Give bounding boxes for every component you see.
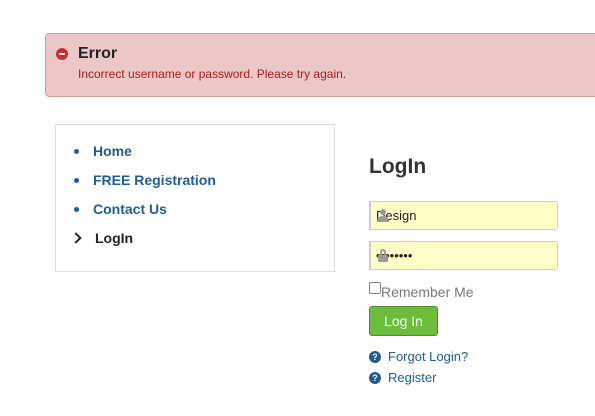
register-link[interactable]: ? Register: [369, 370, 436, 385]
error-alert: Error Incorrect username or password. Pl…: [45, 33, 595, 97]
minus-circle-icon: [56, 48, 68, 60]
menu-link-home[interactable]: Home: [93, 143, 132, 159]
question-circle-icon: ?: [369, 371, 381, 384]
password-input[interactable]: [370, 241, 558, 270]
bullet-icon: [74, 177, 79, 183]
menu-link-registration[interactable]: FREE Registration: [93, 172, 216, 188]
remember-me: Remember Me: [369, 281, 474, 300]
lock-icon: [378, 249, 388, 263]
question-circle-icon: ?: [369, 350, 381, 363]
page-title: LogIn: [369, 155, 427, 178]
remember-checkbox[interactable]: [369, 282, 381, 294]
bullet-icon: [74, 206, 79, 212]
alert-message: Incorrect username or password. Please t…: [78, 67, 347, 81]
remember-label: Remember Me: [381, 284, 474, 300]
bullet-icon: [74, 148, 79, 154]
user-icon: [377, 209, 389, 223]
menu-item-registration[interactable]: FREE Registration: [72, 170, 216, 190]
forgot-login-link[interactable]: ? Forgot Login?: [369, 349, 468, 364]
register-text[interactable]: Register: [388, 370, 436, 385]
menu-item-home[interactable]: Home: [72, 141, 132, 161]
password-group: [369, 241, 558, 270]
password-addon: [369, 241, 388, 270]
forgot-login-text[interactable]: Forgot Login?: [388, 349, 468, 364]
menu-item-contact[interactable]: Contact Us: [72, 199, 167, 219]
username-input[interactable]: [370, 201, 558, 230]
sidebar-menu: Home FREE Registration Contact Us LogIn: [55, 124, 335, 272]
alert-title: Error: [78, 45, 118, 62]
menu-item-login[interactable]: LogIn: [70, 228, 134, 248]
login-button[interactable]: Log In: [369, 306, 438, 336]
menu-label-login: LogIn: [95, 230, 134, 246]
menu-link-contact[interactable]: Contact Us: [93, 201, 167, 217]
username-group: [369, 201, 558, 230]
username-addon: [369, 201, 389, 230]
chevron-right-icon: [70, 232, 82, 244]
